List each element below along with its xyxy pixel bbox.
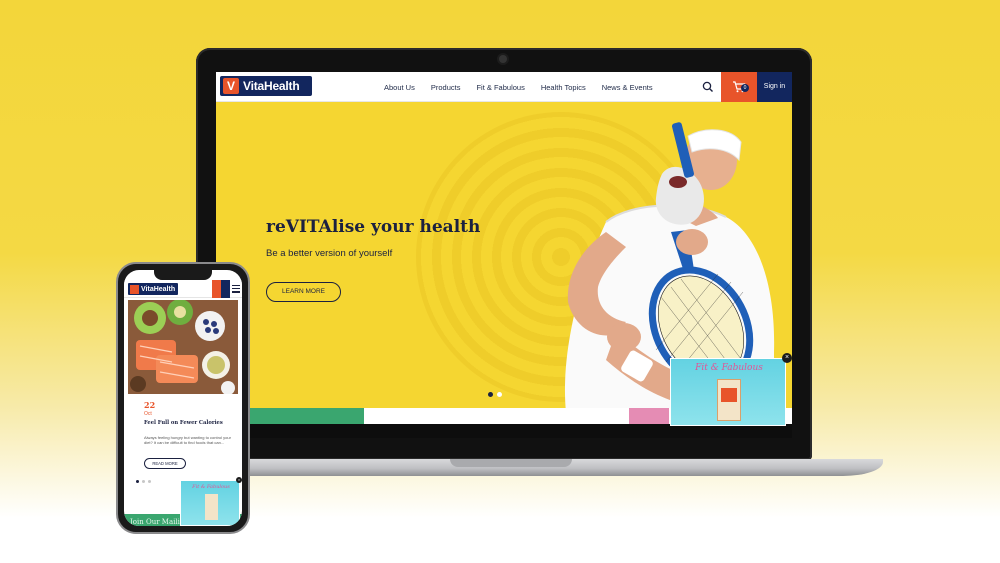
mobile-navigation: VitaHealth xyxy=(124,280,242,298)
article-excerpt: Always feeling hungry but wanting to con… xyxy=(144,435,231,445)
product-box-image xyxy=(717,379,741,421)
nav-news-events[interactable]: News & Events xyxy=(594,83,661,92)
search-icon[interactable] xyxy=(701,80,715,94)
healthy-food-image xyxy=(128,300,238,394)
promo-title: Fit & Fabulous xyxy=(695,363,763,373)
signin-button[interactable]: Sign in xyxy=(757,72,792,102)
laptop-opening-notch xyxy=(450,459,572,467)
product-box-image xyxy=(205,494,218,520)
camera-icon xyxy=(499,55,507,63)
top-navigation: V VitaHealth About Us Products Fit & Fab… xyxy=(216,72,792,102)
nav-health-topics[interactable]: Health Topics xyxy=(533,83,594,92)
pink-section-bar xyxy=(629,408,669,424)
article-month: Oct xyxy=(144,411,152,417)
fit-fabulous-promo[interactable]: Fit & Fabulous × xyxy=(670,353,792,426)
hamburger-menu-icon[interactable] xyxy=(232,285,240,293)
promo-title: Fit & Fabulous xyxy=(192,484,230,490)
carousel-dot[interactable] xyxy=(488,392,493,397)
vitahealth-logo[interactable]: V VitaHealth xyxy=(220,76,312,96)
carousel-dot[interactable] xyxy=(136,480,139,483)
logo-v-icon: V xyxy=(223,78,239,94)
mobile-website: VitaHealth 22 Oct Feel Full on Fewer Cal… xyxy=(124,270,242,526)
screen-bezel-bottom xyxy=(216,424,792,438)
close-icon[interactable]: × xyxy=(236,477,242,483)
phone-notch xyxy=(154,270,212,280)
vitahealth-logo[interactable]: VitaHealth xyxy=(128,283,178,295)
article-headline[interactable]: Feel Full on Fewer Calories xyxy=(144,420,223,426)
carousel-dot[interactable] xyxy=(142,480,145,483)
user-button[interactable] xyxy=(221,280,230,298)
carousel-dot[interactable] xyxy=(497,392,502,397)
logo-text: VitaHealth xyxy=(141,285,176,293)
learn-more-button[interactable]: LEARN MORE xyxy=(266,282,341,302)
phone-mockup: VitaHealth 22 Oct Feel Full on Fewer Cal… xyxy=(116,262,250,534)
nav-fit-fabulous[interactable]: Fit & Fabulous xyxy=(468,83,532,92)
laptop-mockup: V VitaHealth About Us Products Fit & Fab… xyxy=(196,48,812,460)
hero-title: reVITAlise your health xyxy=(266,217,481,237)
nav-menu: About Us Products Fit & Fabulous Health … xyxy=(376,72,661,102)
logo-v-icon xyxy=(130,284,139,294)
cart-count-badge: 0 xyxy=(741,84,749,92)
desktop-website: V VitaHealth About Us Products Fit & Fab… xyxy=(216,72,792,438)
white-section-bar xyxy=(364,408,629,424)
carousel-dot[interactable] xyxy=(148,480,151,483)
read-more-button[interactable]: READ MORE xyxy=(144,458,186,469)
carousel-dots xyxy=(488,392,502,397)
article-day: 22 xyxy=(144,400,156,410)
nav-about-us[interactable]: About Us xyxy=(376,83,423,92)
fit-fabulous-promo[interactable]: Fit & Fabulous × xyxy=(180,477,242,526)
logo-text: VitaHealth xyxy=(243,79,300,93)
cart-button[interactable] xyxy=(212,280,221,298)
close-icon[interactable]: × xyxy=(782,353,792,363)
hero-subtitle: Be a better version of yourself xyxy=(266,248,393,259)
carousel-dots xyxy=(136,480,151,483)
cart-button[interactable]: 0 xyxy=(721,72,757,102)
nav-products[interactable]: Products xyxy=(423,83,469,92)
